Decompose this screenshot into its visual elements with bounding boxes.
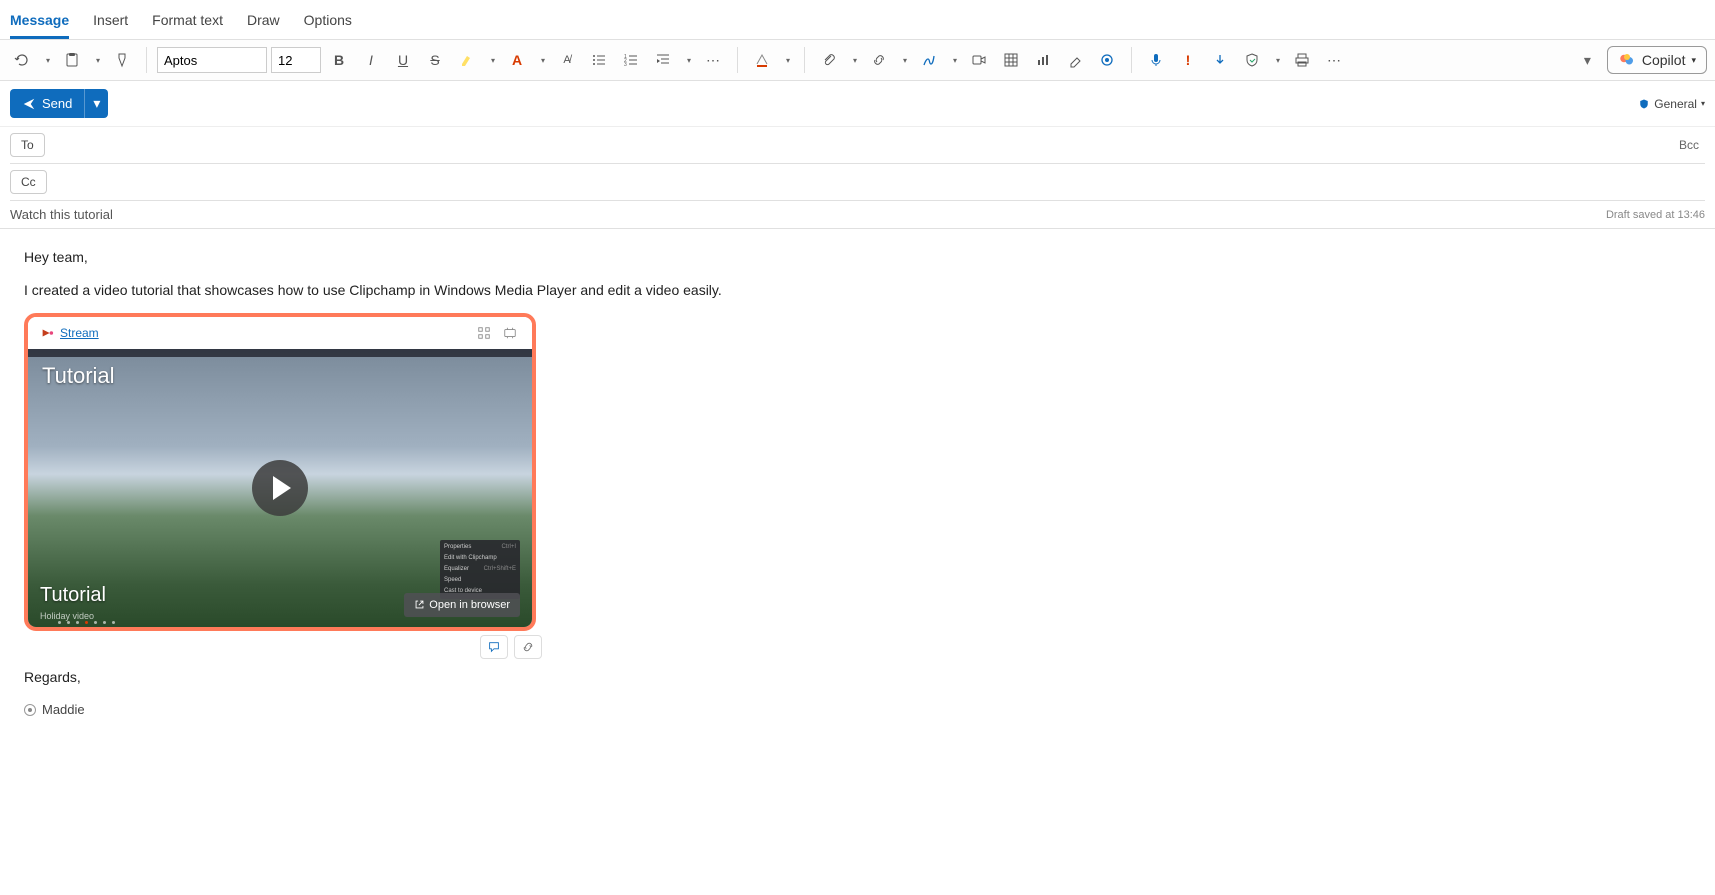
copilot-icon xyxy=(1618,51,1636,69)
compose-tabs: Message Insert Format text Draw Options xyxy=(0,0,1715,40)
stream-icon xyxy=(40,326,54,340)
numbered-list-button[interactable]: 123 xyxy=(617,46,645,74)
shield-icon xyxy=(1638,98,1650,110)
svg-text:3: 3 xyxy=(624,62,627,68)
signature-name: Maddie xyxy=(42,700,85,720)
styles-button[interactable] xyxy=(748,46,776,74)
card-grid-icon[interactable] xyxy=(474,323,494,343)
more-options-button[interactable]: ⋯ xyxy=(1320,46,1348,74)
to-input[interactable] xyxy=(45,133,1673,157)
send-button-group: Send ▾ xyxy=(10,89,108,118)
bullet-list-button[interactable] xyxy=(585,46,613,74)
signature-line: Maddie xyxy=(24,700,1691,720)
clear-formatting-button[interactable]: A̸ xyxy=(553,46,581,74)
body-greeting: Hey team, xyxy=(24,247,1691,268)
sensitivity-button[interactable] xyxy=(1238,46,1266,74)
highlight-dropdown[interactable] xyxy=(485,46,499,74)
open-in-browser-button[interactable]: Open in browser xyxy=(404,593,520,618)
link-dropdown[interactable] xyxy=(897,46,911,74)
sensitivity-label[interactable]: General ▾ xyxy=(1638,97,1705,111)
bold-button[interactable]: B xyxy=(325,46,353,74)
highlight-button[interactable] xyxy=(453,46,481,74)
importance-high-button[interactable]: ! xyxy=(1174,46,1202,74)
loop-button[interactable] xyxy=(1093,46,1121,74)
attach-button[interactable] xyxy=(815,46,843,74)
send-bar: Send ▾ General ▾ xyxy=(0,81,1715,127)
video-player-controls xyxy=(28,619,532,625)
record-video-button[interactable] xyxy=(965,46,993,74)
subject-row: Draft saved at 13:46 xyxy=(0,201,1715,229)
link-button[interactable] xyxy=(865,46,893,74)
card-comment-button[interactable] xyxy=(480,635,508,659)
tab-insert[interactable]: Insert xyxy=(93,8,128,39)
video-attachment-card: Stream Tutorial PropertiesCtrl+I Edit wi… xyxy=(24,313,536,631)
draft-status: Draft saved at 13:46 xyxy=(1606,209,1705,221)
undo-button[interactable] xyxy=(8,46,36,74)
bcc-button[interactable]: Bcc xyxy=(1673,136,1705,154)
paste-dropdown[interactable] xyxy=(90,46,104,74)
send-button[interactable]: Send xyxy=(10,90,84,117)
copilot-label: Copilot xyxy=(1642,52,1686,68)
body-paragraph-1: I created a video tutorial that showcase… xyxy=(24,280,1691,301)
eraser-button[interactable] xyxy=(1061,46,1089,74)
card-expand-icon[interactable] xyxy=(500,323,520,343)
tab-message[interactable]: Message xyxy=(10,8,69,39)
tab-draw[interactable]: Draw xyxy=(247,8,280,39)
importance-low-button[interactable] xyxy=(1206,46,1234,74)
font-name-input[interactable] xyxy=(157,47,267,73)
recipients-area: To Bcc Cc xyxy=(0,127,1715,201)
signature-button[interactable] xyxy=(915,46,943,74)
font-size-input[interactable] xyxy=(271,47,321,73)
styles-dropdown[interactable] xyxy=(780,46,794,74)
indent-dropdown[interactable] xyxy=(681,46,695,74)
font-color-dropdown[interactable] xyxy=(535,46,549,74)
dictate-button[interactable] xyxy=(1142,46,1170,74)
attach-dropdown[interactable] xyxy=(847,46,861,74)
to-button[interactable]: To xyxy=(10,133,45,157)
format-painter-button[interactable] xyxy=(108,46,136,74)
sensitivity-dropdown[interactable] xyxy=(1270,46,1284,74)
external-link-icon xyxy=(414,599,425,610)
video-title-overlay-top: Tutorial xyxy=(42,359,115,392)
undo-dropdown[interactable] xyxy=(40,46,54,74)
copilot-button[interactable]: Copilot ▾ xyxy=(1607,46,1707,74)
send-icon xyxy=(22,97,36,111)
tab-options[interactable]: Options xyxy=(304,8,352,39)
paste-button[interactable] xyxy=(58,46,86,74)
underline-button[interactable]: U xyxy=(389,46,417,74)
cc-input[interactable] xyxy=(47,170,1705,194)
card-link-button[interactable] xyxy=(514,635,542,659)
body-regards: Regards, xyxy=(24,667,1691,688)
subject-input[interactable] xyxy=(10,207,1606,222)
video-thumbnail[interactable]: Tutorial PropertiesCtrl+I Edit with Clip… xyxy=(28,349,532,627)
send-dropdown[interactable]: ▾ xyxy=(84,89,108,118)
signature-dropdown[interactable] xyxy=(947,46,961,74)
tab-format-text[interactable]: Format text xyxy=(152,8,223,39)
table-button[interactable] xyxy=(997,46,1025,74)
play-button[interactable] xyxy=(252,460,308,516)
print-button[interactable] xyxy=(1288,46,1316,74)
presence-icon xyxy=(24,704,36,716)
card-floating-actions xyxy=(480,635,1691,659)
strikethrough-button[interactable]: S xyxy=(421,46,449,74)
play-icon xyxy=(273,476,291,500)
poll-button[interactable] xyxy=(1029,46,1057,74)
indent-button[interactable] xyxy=(649,46,677,74)
email-body[interactable]: Hey team, I created a video tutorial tha… xyxy=(0,229,1715,738)
italic-button[interactable]: I xyxy=(357,46,385,74)
expand-ribbon-button[interactable]: ▾ xyxy=(1584,52,1591,69)
font-color-button[interactable]: A xyxy=(503,46,531,74)
cc-button[interactable]: Cc xyxy=(10,170,47,194)
stream-link[interactable]: Stream xyxy=(60,324,99,342)
video-card-header: Stream xyxy=(28,317,532,349)
more-formatting-button[interactable]: ⋯ xyxy=(699,46,727,74)
ribbon: B I U S A A̸ 123 ⋯ ! xyxy=(0,40,1715,81)
